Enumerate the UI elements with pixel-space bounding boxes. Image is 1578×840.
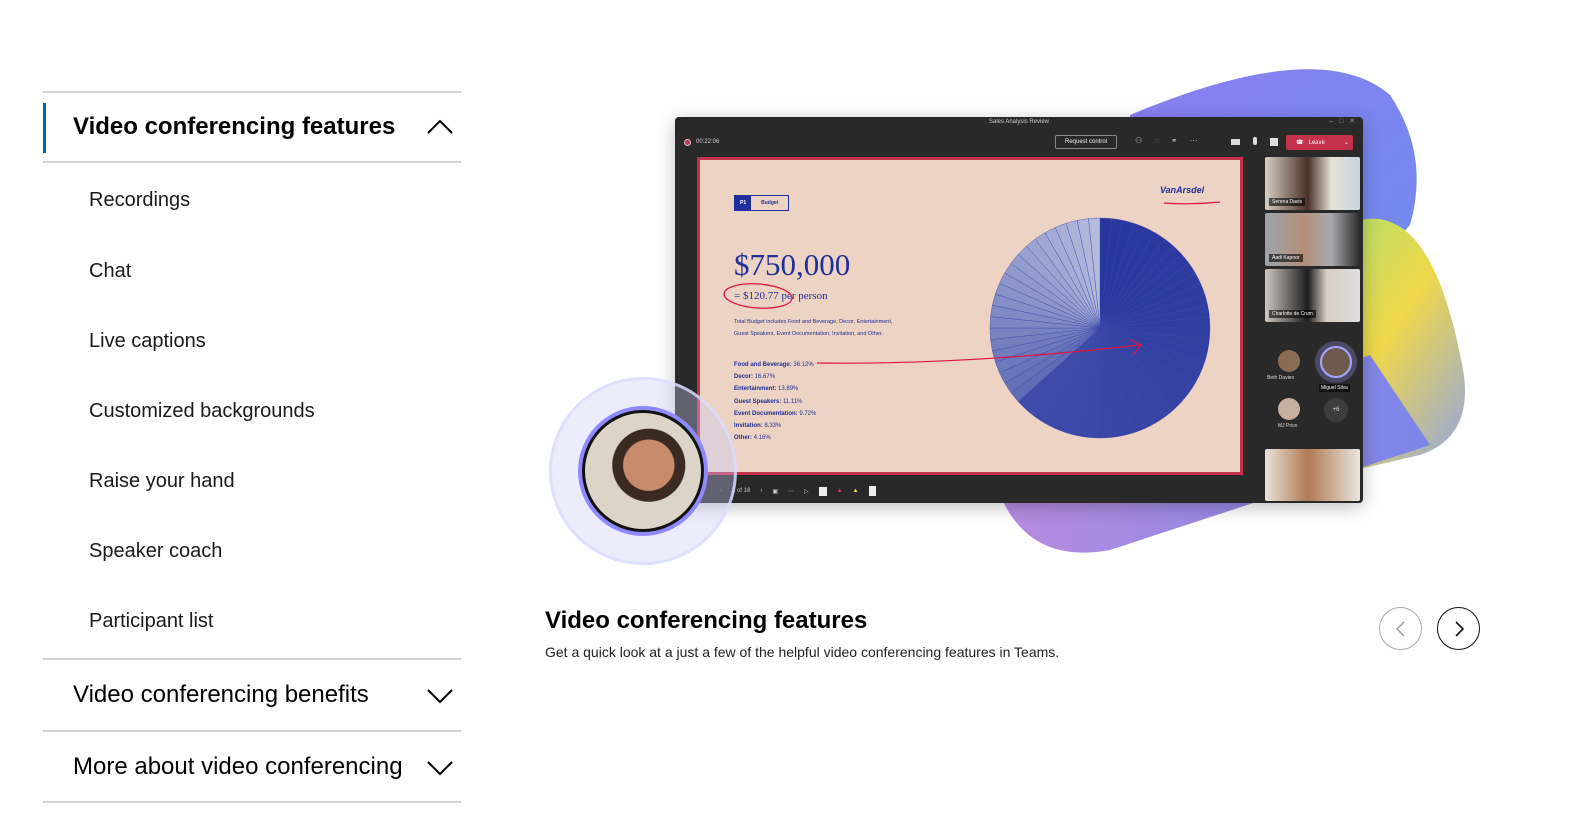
avatar-mj[interactable] bbox=[1278, 398, 1300, 420]
legend-value: 13.89% bbox=[778, 386, 799, 393]
brand-logo: VanArsdel bbox=[1160, 185, 1205, 195]
legend-value: 4.16% bbox=[753, 435, 771, 442]
presenter-avatar bbox=[578, 406, 708, 536]
legend-value: 8.33% bbox=[764, 423, 782, 430]
legend-value: 9.72% bbox=[799, 410, 817, 417]
previous-slide-button[interactable] bbox=[1379, 607, 1422, 650]
feature-item-chat[interactable]: Chat bbox=[89, 260, 131, 283]
teams-meeting-window: Sales Analysis Review – □ ✕ 00:22:06 Req… bbox=[675, 117, 1363, 503]
chevron-right-icon[interactable]: › bbox=[760, 488, 762, 494]
feature-item-participant-list[interactable]: Participant list bbox=[89, 610, 214, 633]
legend-value: 16.67% bbox=[754, 374, 776, 381]
legend-label: Decor: bbox=[734, 374, 754, 381]
phone-icon: ☎ bbox=[1296, 140, 1304, 146]
chevron-right-icon bbox=[1454, 620, 1464, 637]
self-video[interactable] bbox=[1265, 449, 1360, 501]
shared-slide: P1 Budget VanArsdel $750,000 = $120.77 p… bbox=[697, 157, 1243, 475]
accordion-header-benefits[interactable]: Video conferencing benefits bbox=[43, 658, 461, 730]
legend-label: Event Documentation: bbox=[734, 410, 798, 417]
window-title: Sales Analysis Review bbox=[988, 119, 1050, 125]
recording-indicator-icon bbox=[684, 139, 691, 146]
legend-label: Guest Speakers: bbox=[734, 398, 782, 405]
legend-label: Invitation: bbox=[734, 423, 763, 430]
desc-line: Total Budget includes Food and Beverage,… bbox=[734, 319, 893, 325]
participant-video-serena[interactable]: Serena Davis bbox=[1265, 157, 1360, 210]
pen-icon[interactable]: ▲ bbox=[837, 488, 843, 494]
legend-value: 11.11% bbox=[783, 398, 803, 405]
chevron-down-icon bbox=[427, 761, 453, 776]
presenter-toolbar: ‹ 1 of 18 › ▣ ⋯ ▷ ▲ ▲ bbox=[720, 481, 876, 501]
participant-name: Miguel Silva bbox=[1319, 384, 1350, 392]
participant-name: Beth Davies bbox=[1267, 375, 1294, 381]
budget-pie-chart bbox=[989, 217, 1211, 439]
leave-button[interactable]: ☎ Leave ⌄ bbox=[1286, 135, 1353, 150]
feature-item-recordings[interactable]: Recordings bbox=[89, 189, 190, 212]
legend-item: Food and Beverage: 36.12% bbox=[734, 359, 816, 371]
participant-video-charlotte[interactable]: Charlotte de Crum bbox=[1265, 269, 1360, 322]
avatar-beth[interactable] bbox=[1278, 350, 1300, 372]
tag-label: Budget bbox=[761, 200, 779, 206]
pointer-icon[interactable]: ▷ bbox=[804, 488, 809, 495]
legend-value: 36.12% bbox=[793, 362, 814, 368]
more-participants-button[interactable]: +6 bbox=[1324, 398, 1348, 422]
divider bbox=[43, 801, 461, 803]
participant-name: MJ Price bbox=[1278, 423, 1298, 429]
slide-tag: P1 Budget bbox=[734, 195, 790, 211]
chevron-up-icon bbox=[427, 119, 453, 134]
more-icon[interactable]: ⋯ bbox=[788, 488, 794, 495]
avatar-miguel[interactable] bbox=[1315, 341, 1357, 383]
legend-item: Guest Speakers: 11.11% bbox=[734, 396, 816, 408]
accordion-title: Video conferencing benefits bbox=[73, 681, 369, 708]
participant-video-aadi[interactable]: Aadi Kapoor bbox=[1265, 213, 1360, 266]
laser-icon[interactable] bbox=[818, 486, 827, 496]
legend-label: Entertainment: bbox=[734, 386, 777, 393]
eraser-icon[interactable] bbox=[868, 486, 876, 496]
chevron-down-icon bbox=[427, 689, 453, 704]
feature-item-raise-hand[interactable]: Raise your hand bbox=[89, 470, 235, 493]
brand-underline-annotation bbox=[1163, 201, 1221, 205]
legend-item: Other: 4.16% bbox=[734, 432, 816, 444]
arrow-annotation bbox=[816, 338, 1142, 364]
accordion-title: Video conferencing features bbox=[73, 113, 396, 140]
tag-number: P1 bbox=[735, 196, 752, 210]
window-controls[interactable]: – □ ✕ bbox=[1329, 117, 1355, 125]
feature-item-backgrounds[interactable]: Customized backgrounds bbox=[89, 400, 315, 423]
legend-label: Other: bbox=[734, 435, 752, 442]
leave-label: Leave bbox=[1308, 139, 1325, 146]
accordion-header-more[interactable]: More about video conferencing bbox=[43, 730, 461, 802]
feature-item-speaker-coach[interactable]: Speaker coach bbox=[89, 540, 222, 563]
chevron-down-icon: ⌄ bbox=[1343, 140, 1349, 146]
mic-icon[interactable] bbox=[1253, 137, 1257, 145]
feature-item-live-captions[interactable]: Live captions bbox=[89, 330, 206, 353]
chevron-left-icon bbox=[1395, 621, 1404, 636]
share-icon[interactable] bbox=[1270, 138, 1278, 146]
budget-legend: Food and Beverage: 36.12% Decor: 16.67% En… bbox=[734, 359, 816, 444]
participant-name: Charlotte de Crum bbox=[1269, 310, 1316, 318]
participant-name: Serena Davis bbox=[1269, 198, 1306, 206]
budget-amount: $750,000 bbox=[734, 247, 851, 282]
accordion-title: More about video conferencing bbox=[73, 753, 403, 780]
legend-item: Entertainment: 13.89% bbox=[734, 383, 816, 395]
slides-icon[interactable]: ▣ bbox=[772, 488, 778, 495]
legend-label: Food and Beverage: bbox=[734, 362, 792, 368]
next-slide-button[interactable] bbox=[1437, 607, 1480, 650]
legend-item: Invitation: 8.33% bbox=[734, 420, 816, 432]
camera-icon[interactable] bbox=[1231, 139, 1240, 145]
highlighter-icon[interactable]: ▲ bbox=[853, 488, 859, 494]
accordion-header-features[interactable]: Video conferencing features bbox=[43, 91, 461, 163]
toolbar-icons[interactable]: ⚇◌⚭⋯ bbox=[1135, 136, 1210, 145]
request-control-button[interactable]: Request control bbox=[1055, 135, 1118, 149]
meeting-timer: 00:22:06 bbox=[696, 139, 720, 145]
legend-item: Event Documentation: 9.72% bbox=[734, 408, 816, 420]
caption-description: Get a quick look at a just a few of the … bbox=[545, 644, 1060, 660]
caption-title: Video conferencing features bbox=[545, 607, 868, 634]
legend-item: Decor: 16.67% bbox=[734, 371, 816, 383]
participant-name: Aadi Kapoor bbox=[1269, 254, 1303, 262]
circle-annotation bbox=[723, 283, 793, 309]
